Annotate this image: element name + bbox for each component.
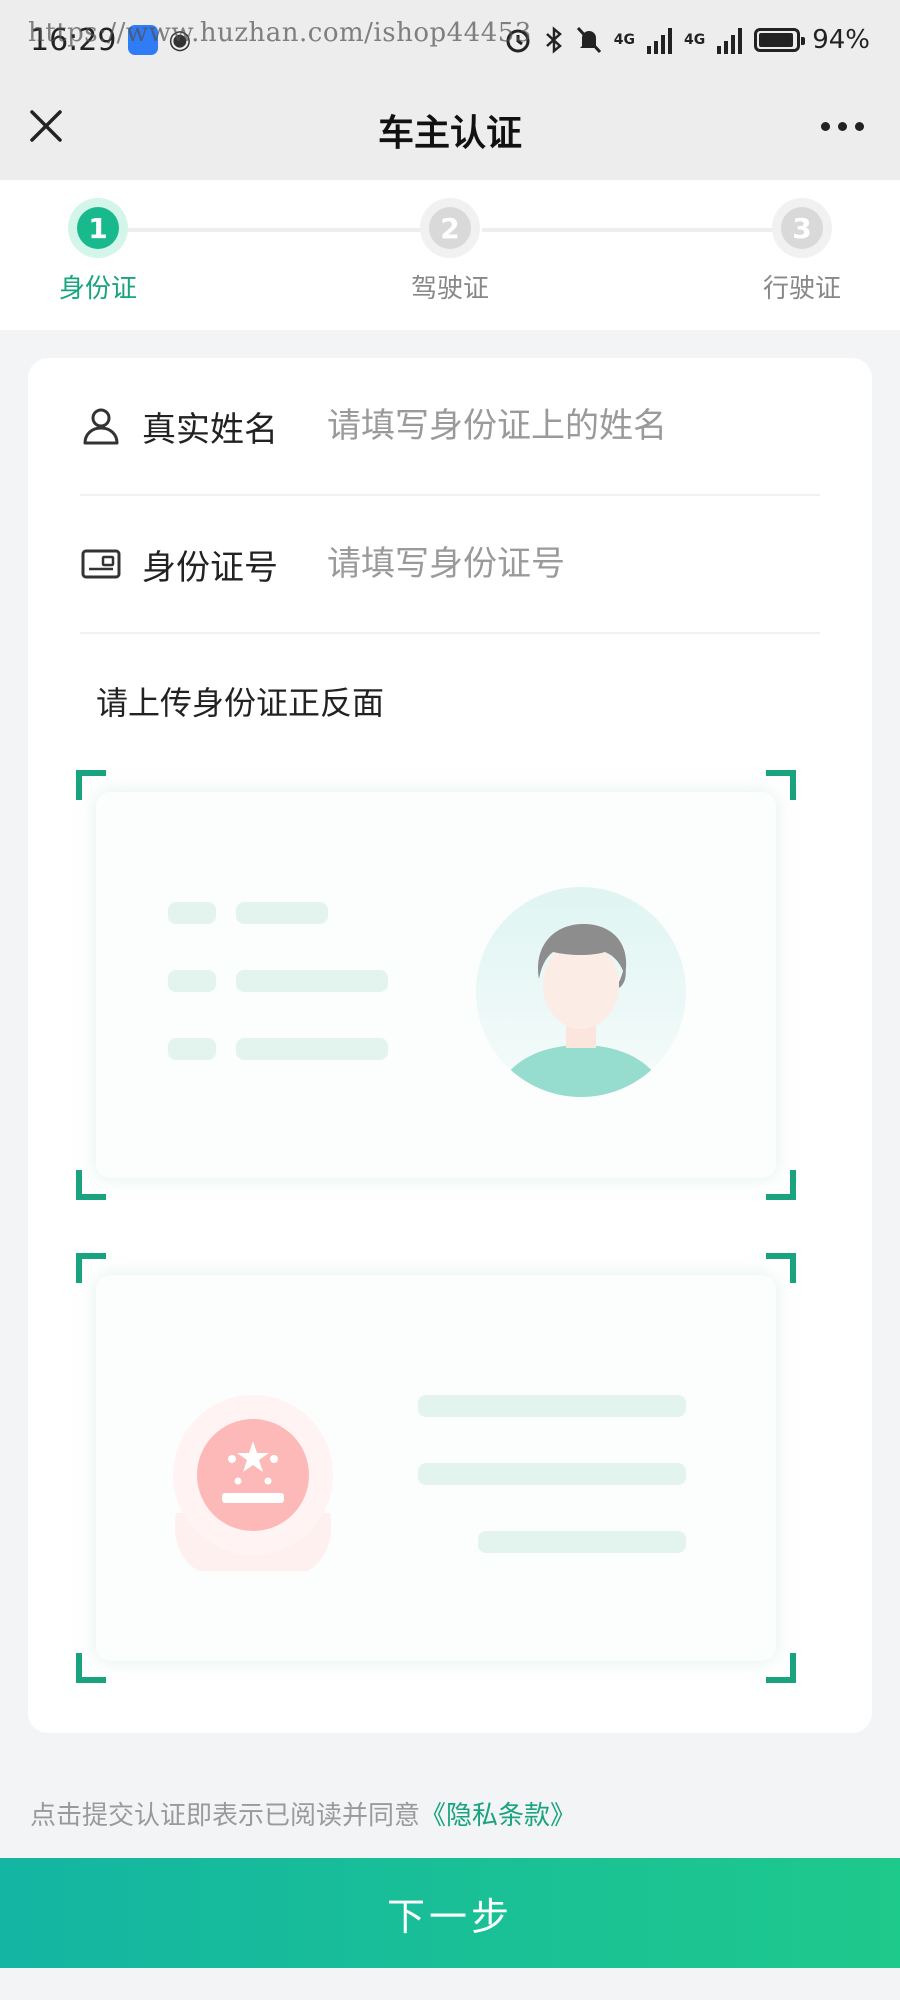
- privacy-policy-link[interactable]: 《隐私条款》: [420, 1801, 576, 1831]
- id-number-input[interactable]: [327, 544, 807, 584]
- more-icon[interactable]: [821, 122, 864, 131]
- placeholder-line: [418, 1395, 686, 1417]
- status-bar: 16:29 ◉ https://www.huzhan.com/ishop4445…: [0, 0, 900, 80]
- agreement-prefix: 点击提交认证即表示已阅读并同意: [30, 1801, 421, 1831]
- form-card: 真实姓名 身份证号 请上传身份证正反面: [28, 358, 872, 1733]
- battery-percent: 94%: [812, 25, 870, 55]
- upload-title: 请上传身份证正反面: [96, 684, 385, 722]
- network-label-2: 4G: [683, 32, 706, 48]
- name-row: 真实姓名: [80, 358, 820, 496]
- step-indicator: 3: [772, 198, 832, 258]
- step-connector: [128, 228, 422, 232]
- step-indicator: 1: [68, 198, 128, 258]
- status-indicators: 4G 4G 94%: [504, 25, 870, 55]
- agreement-text: 点击提交认证即表示已阅读并同意《隐私条款》: [30, 1795, 576, 1832]
- placeholder-line: [168, 902, 216, 924]
- step-vehicle-license[interactable]: 3 行驶证: [742, 198, 862, 305]
- user-icon: [83, 408, 119, 445]
- bell-off-icon: [576, 26, 601, 54]
- step-number: 3: [781, 207, 823, 249]
- id-front-placeholder: [96, 792, 776, 1178]
- id-number-row: 身份证号: [80, 496, 820, 634]
- signal-icon-2: [717, 26, 743, 54]
- upload-id-front[interactable]: [76, 770, 796, 1200]
- step-label: 行驶证: [762, 274, 841, 304]
- placeholder-line: [418, 1463, 686, 1485]
- step-connector: [482, 228, 776, 232]
- stepper: 1 身份证 2 驾驶证 3 行驶证: [0, 180, 900, 330]
- step-number: 1: [77, 207, 119, 249]
- signal-icon: [646, 26, 672, 54]
- step-label: 身份证: [58, 274, 137, 304]
- bluetooth-icon: [545, 26, 562, 54]
- page-title: 车主认证: [377, 113, 522, 154]
- national-emblem-icon: [173, 1395, 333, 1571]
- id-card-icon: [81, 549, 121, 579]
- step-id-card[interactable]: 1 身份证: [38, 198, 158, 305]
- network-label: 4G: [613, 32, 635, 48]
- id-number-label: 身份证号: [142, 547, 278, 588]
- next-step-button[interactable]: 下一步: [0, 1858, 900, 1968]
- placeholder-line: [168, 1038, 216, 1060]
- placeholder-line: [236, 1038, 388, 1060]
- placeholder-line: [236, 902, 328, 924]
- close-icon[interactable]: [28, 108, 64, 144]
- placeholder-line: [236, 970, 388, 992]
- nav-bar: 车主认证: [0, 80, 900, 180]
- id-back-placeholder: [96, 1275, 776, 1661]
- placeholder-line: [168, 970, 216, 992]
- step-driver-license[interactable]: 2 驾驶证: [390, 198, 510, 305]
- placeholder-line: [478, 1531, 686, 1553]
- step-number: 2: [429, 207, 471, 249]
- name-label: 真实姓名: [142, 409, 278, 450]
- battery-icon: [754, 28, 806, 52]
- upload-id-back[interactable]: [76, 1253, 796, 1683]
- step-indicator: 2: [420, 198, 480, 258]
- battery-fill: [759, 33, 794, 47]
- name-input[interactable]: [327, 406, 807, 446]
- portrait-icon: [476, 887, 686, 1097]
- watermark: https://www.huzhan.com/ishop44453: [28, 18, 532, 48]
- step-label: 驾驶证: [410, 274, 489, 304]
